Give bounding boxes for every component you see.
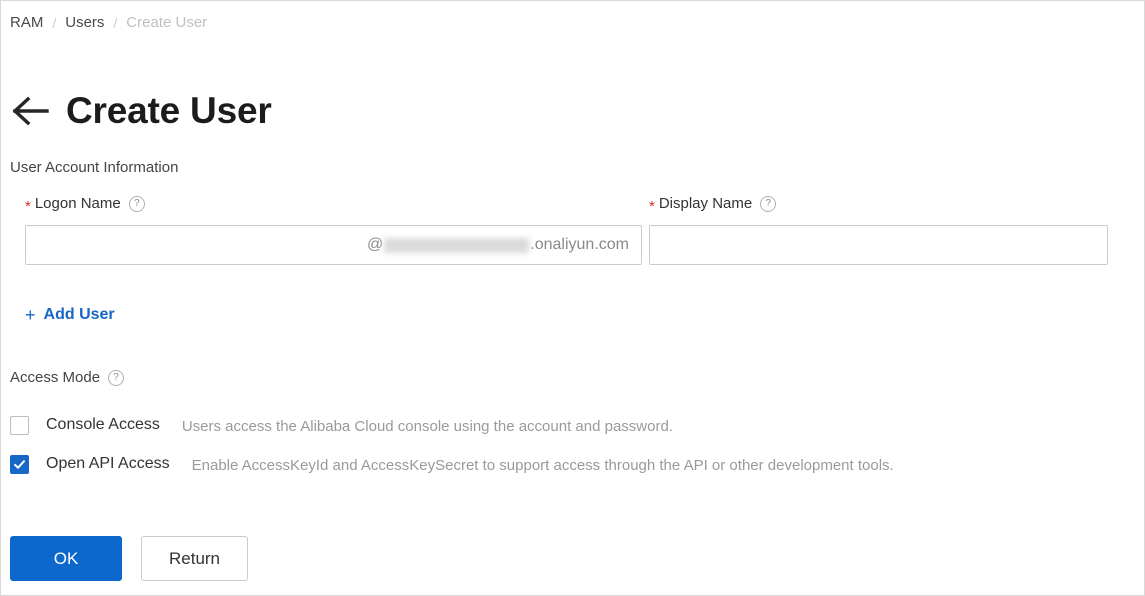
redacted-account-id	[384, 237, 530, 253]
question-circle-icon[interactable]: ?	[108, 370, 125, 386]
display-name-input-wrapper[interactable]	[649, 225, 1108, 265]
open-api-access-option[interactable]: Open API Access Enable AccessKeyId and A…	[10, 454, 1130, 477]
access-mode-heading: Access Mode ?	[10, 368, 125, 388]
breadcrumb-item-ram[interactable]: RAM	[10, 13, 43, 33]
arrow-left-icon[interactable]	[9, 89, 53, 133]
display-name-label: * Display Name ?	[649, 194, 1108, 214]
page-title: Create User	[66, 89, 272, 131]
logon-name-suffix: @ .onaliyun.com	[367, 235, 629, 255]
ok-button[interactable]: OK	[10, 536, 122, 581]
console-access-option[interactable]: Console Access Users access the Alibaba …	[10, 415, 1130, 438]
console-access-label: Console Access	[46, 416, 160, 433]
plus-icon: +	[25, 305, 36, 325]
form-actions: OK Return	[10, 536, 248, 581]
page-header: Create User	[9, 64, 272, 158]
logon-name-field-group: * Logon Name ? @ .onaliyun.com	[25, 194, 642, 265]
question-circle-icon[interactable]: ?	[760, 196, 777, 212]
breadcrumb-item-create-user: Create User	[126, 14, 208, 31]
console-access-checkbox[interactable]	[10, 416, 29, 435]
question-circle-icon[interactable]: ?	[128, 196, 145, 212]
return-button[interactable]: Return	[141, 536, 248, 581]
open-api-access-description: Enable AccessKeyId and AccessKeySecret t…	[191, 457, 894, 474]
open-api-access-label: Open API Access	[46, 455, 170, 472]
access-mode-label-text: Access Mode	[10, 369, 101, 386]
breadcrumb: RAM / Users / Create User	[10, 13, 207, 33]
create-user-page: RAM / Users / Create User Create User Us…	[0, 0, 1145, 596]
add-user-button[interactable]: + Add User	[25, 304, 115, 326]
logon-name-input[interactable]	[38, 226, 368, 264]
display-name-label-text: Display Name	[658, 195, 753, 212]
breadcrumb-separator: /	[52, 15, 57, 31]
logon-name-label-text: Logon Name	[34, 195, 121, 212]
display-name-field-group: * Display Name ?	[649, 194, 1108, 265]
logon-name-label: * Logon Name ?	[25, 194, 642, 214]
add-user-label: Add User	[43, 306, 115, 323]
logon-suffix-domain: .onaliyun.com	[530, 236, 629, 253]
console-access-description: Users access the Alibaba Cloud console u…	[181, 418, 673, 435]
breadcrumb-separator: /	[113, 15, 118, 31]
required-marker: *	[649, 197, 655, 215]
user-account-information-heading: User Account Information	[10, 159, 179, 176]
breadcrumb-item-users[interactable]: Users	[65, 13, 104, 33]
required-marker: *	[25, 197, 31, 215]
logon-suffix-at: @	[367, 236, 384, 253]
display-name-input[interactable]	[662, 226, 1095, 264]
open-api-access-checkbox[interactable]	[10, 455, 29, 474]
access-mode-options: Console Access Users access the Alibaba …	[10, 415, 1130, 477]
user-account-form-row: * Logon Name ? @ .onaliyun.com * Display…	[1, 194, 1144, 276]
logon-name-input-wrapper[interactable]: @ .onaliyun.com	[25, 225, 642, 265]
